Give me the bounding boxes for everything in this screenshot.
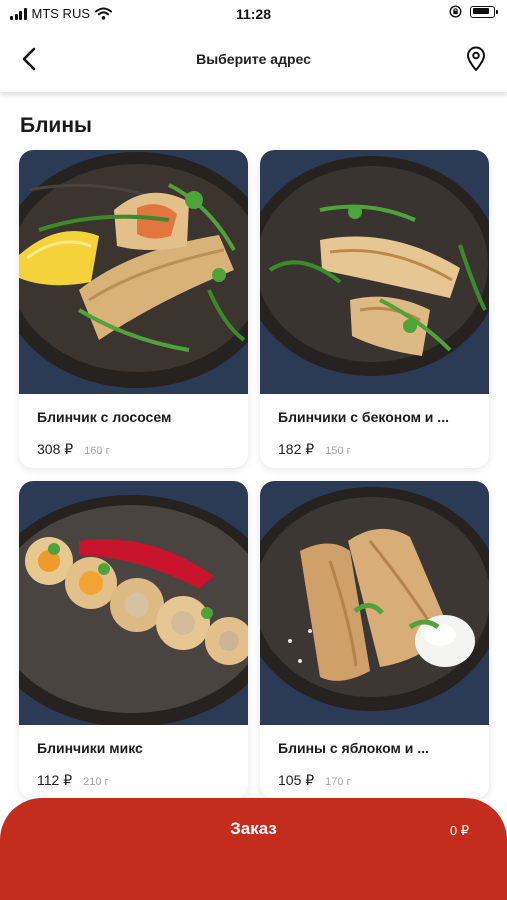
product-price: 112 ₽ xyxy=(37,772,73,788)
product-card-bacon[interactable]: Блинчики с беконом и ... 182 ₽ 150 г xyxy=(260,150,489,468)
nav-bar: Выберите адрес xyxy=(0,28,507,92)
product-name: Блины с яблоком и ... xyxy=(278,740,429,756)
location-button[interactable] xyxy=(461,44,491,74)
rotation-lock-icon xyxy=(449,5,462,18)
status-right xyxy=(449,5,498,18)
product-name: Блинчик с лососем xyxy=(37,409,172,425)
order-total: 0 ₽ xyxy=(449,823,469,838)
battery-icon xyxy=(470,5,498,18)
product-photo[interactable] xyxy=(19,481,248,725)
section-title: Блины xyxy=(20,114,92,137)
product-price: 308 ₽ xyxy=(37,441,74,457)
product-meta: 182 ₽ 150 г xyxy=(278,441,351,458)
order-button[interactable]: Заказ 0 ₽ xyxy=(0,798,507,900)
status-bar: MTS RUS 11:28 xyxy=(0,0,507,28)
product-meta: 105 ₽ 170 г xyxy=(278,772,351,789)
order-label: Заказ xyxy=(230,819,277,838)
product-weight: 160 г xyxy=(84,445,110,457)
product-name: Блинчики микс xyxy=(37,740,143,756)
product-photo[interactable] xyxy=(19,150,248,394)
product-card-mix[interactable]: Блинчики микс 112 ₽ 210 г xyxy=(19,481,248,799)
product-photo[interactable] xyxy=(260,481,489,725)
product-meta: 112 ₽ 210 г xyxy=(37,772,109,789)
product-weight: 150 г xyxy=(325,445,351,457)
status-time: 11:28 xyxy=(235,6,272,22)
product-photo[interactable] xyxy=(260,150,489,394)
product-card-salmon[interactable]: Блинчик с лососем 308 ₽ 160 г xyxy=(19,150,248,468)
product-meta: 308 ₽ 160 г xyxy=(37,441,110,458)
location-pin-icon xyxy=(467,46,485,71)
product-price: 105 ₽ xyxy=(278,772,315,788)
product-price: 182 ₽ xyxy=(278,441,315,457)
product-weight: 210 г xyxy=(83,776,109,788)
product-card-apple[interactable]: Блины с яблоком и ... 105 ₽ 170 г xyxy=(260,481,489,799)
product-weight: 170 г xyxy=(325,776,351,788)
page-title[interactable]: Выберите адрес xyxy=(0,51,507,67)
product-name: Блинчики с беконом и ... xyxy=(278,409,449,425)
